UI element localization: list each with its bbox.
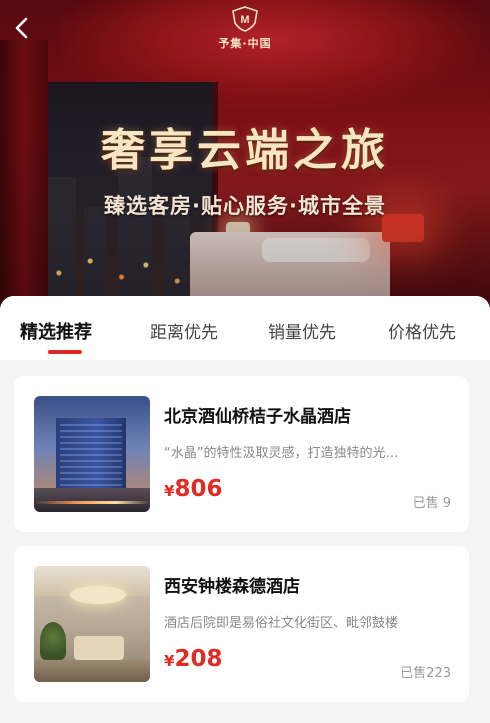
price-value: 208 [174, 646, 223, 672]
svg-text:M: M [240, 14, 249, 26]
back-button[interactable] [8, 14, 36, 42]
hero-banner: M 予集·中国 奢享云端之旅 臻选客房·贴心服务·城市全景 [0, 0, 490, 318]
sort-tabs: 精选推荐 距离优先 销量优先 价格优先 [0, 296, 490, 360]
active-tab-indicator [48, 350, 82, 354]
hotel-card[interactable]: 北京酒仙桥桔子水晶酒店 “水晶”的特性汲取灵感，打造独特的光… ¥806 已售 … [14, 376, 469, 532]
shield-logo-icon: M [232, 6, 258, 32]
hotel-description: 酒店后院即是易俗社文化街区、毗邻鼓楼 [164, 616, 399, 631]
chevron-left-icon [15, 17, 28, 39]
hotel-name: 北京酒仙桥桔子水晶酒店 [164, 407, 351, 427]
price-value: 806 [174, 476, 223, 502]
hero-headline: 奢享云端之旅 [101, 125, 389, 176]
hotel-price: ¥208 [164, 646, 222, 672]
tab-price[interactable]: 价格优先 [388, 318, 456, 343]
hotel-price: ¥806 [164, 476, 222, 502]
price-currency: ¥ [164, 652, 175, 670]
brand-name: 予集·中国 [218, 37, 272, 50]
hotel-image [34, 396, 150, 512]
tab-sales[interactable]: 销量优先 [268, 318, 336, 343]
brand-logo: M 予集·中国 [218, 6, 272, 51]
tab-distance[interactable]: 距离优先 [150, 318, 218, 343]
hero-subline: 臻选客房·贴心服务·城市全景 [104, 194, 386, 218]
tab-featured[interactable]: 精选推荐 [20, 318, 92, 344]
hotel-description: “水晶”的特性汲取灵感，打造独特的光… [164, 446, 399, 461]
content-panel: 精选推荐 距离优先 销量优先 价格优先 北京酒仙桥桔子水晶酒店 “水晶”的特性汲… [0, 296, 490, 723]
price-currency: ¥ [164, 482, 175, 500]
hotel-image [34, 566, 150, 682]
hotel-card[interactable]: 西安钟楼森德酒店 酒店后院即是易俗社文化街区、毗邻鼓楼 ¥208 已售223 [14, 546, 469, 702]
hotel-name: 西安钟楼森德酒店 [164, 577, 300, 597]
sold-count: 已售 9 [412, 496, 451, 511]
sold-count: 已售223 [400, 666, 451, 681]
